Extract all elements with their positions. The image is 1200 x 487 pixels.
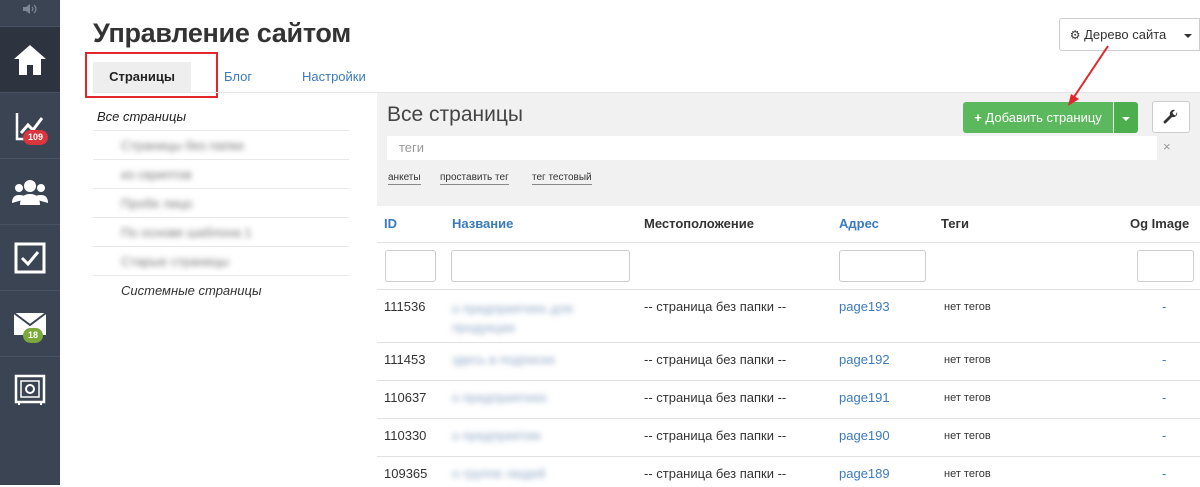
row-name[interactable]: о предприятии xyxy=(452,428,541,443)
row-address[interactable]: page191 xyxy=(839,390,890,405)
clear-icon[interactable]: × xyxy=(1163,139,1171,154)
row-og: - xyxy=(1162,352,1167,367)
column-id[interactable]: ID xyxy=(384,216,397,231)
checkbox-icon xyxy=(14,242,46,273)
caret-down-icon xyxy=(1183,33,1192,38)
table-row[interactable]: 109365 о группе людей -- страница без па… xyxy=(377,457,1200,487)
home-icon xyxy=(14,44,46,75)
list-item[interactable]: из скриптов xyxy=(93,160,349,189)
stats-badge: 109 xyxy=(23,130,49,145)
tab-blog[interactable]: Блог xyxy=(224,62,252,92)
row-name[interactable]: о предприятиях xyxy=(452,390,547,405)
row-location: -- страница без папки -- xyxy=(644,428,787,443)
list-item[interactable]: Старые страницы xyxy=(93,247,349,276)
users-icon xyxy=(12,179,48,205)
plus-icon: + xyxy=(974,110,982,125)
panel-title: Все страницы xyxy=(387,103,523,126)
address-filter-input[interactable] xyxy=(839,250,926,282)
tag-chip[interactable]: анкеты xyxy=(388,171,421,185)
list-item[interactable]: Пробе лицо xyxy=(93,189,349,218)
settings-wrench-button[interactable] xyxy=(1152,101,1190,133)
og-filter-input[interactable] xyxy=(1137,250,1194,282)
safe-icon xyxy=(14,374,46,405)
sidebar-item-stats[interactable]: 109 xyxy=(0,92,60,158)
row-location: -- страница без папки -- xyxy=(644,390,787,405)
wrench-icon xyxy=(1163,109,1178,124)
row-address[interactable]: page190 xyxy=(839,428,890,443)
annotation-arrow xyxy=(1068,45,1109,106)
sidebar-item-safe[interactable] xyxy=(0,356,60,422)
table-row[interactable]: 111453 здесь в подписке -- страница без … xyxy=(377,343,1200,381)
row-address[interactable]: page193 xyxy=(839,299,890,314)
list-item-system-pages[interactable]: Системные страницы xyxy=(93,276,349,305)
row-tags: нет тегов xyxy=(944,301,991,313)
caret-down-icon xyxy=(1122,116,1130,121)
row-og: - xyxy=(1162,299,1167,314)
column-address[interactable]: Адрес xyxy=(839,216,879,231)
row-og: - xyxy=(1162,428,1167,443)
row-id: 109365 xyxy=(384,466,428,481)
table-row[interactable]: 111536 о предприятиях для продукции -- с… xyxy=(377,290,1200,343)
speaker-icon[interactable] xyxy=(0,0,60,18)
tab-settings[interactable]: Настройки xyxy=(302,62,366,92)
row-tags: нет тегов xyxy=(944,430,991,442)
id-filter-input[interactable] xyxy=(385,250,436,282)
row-og: - xyxy=(1162,466,1167,481)
row-name[interactable]: здесь в подписке xyxy=(452,352,555,367)
sidebar-item-mail[interactable]: 18 xyxy=(0,290,60,356)
column-location: Местоположение xyxy=(644,216,754,231)
name-filter-input[interactable] xyxy=(451,250,630,282)
list-item[interactable]: Страницы без папки xyxy=(93,131,349,160)
tag-chip[interactable]: тег тестовый xyxy=(532,171,592,185)
column-name[interactable]: Название xyxy=(452,216,513,231)
add-page-label: Добавить страницу xyxy=(985,110,1102,125)
row-id: 111453 xyxy=(384,352,426,367)
row-name[interactable]: о группе людей xyxy=(452,466,545,481)
mail-badge: 18 xyxy=(23,328,44,343)
row-location: -- страница без папки -- xyxy=(644,352,787,367)
row-tags: нет тегов xyxy=(944,468,991,480)
list-item[interactable]: По основе шаблона 1 xyxy=(93,218,349,247)
sidebar-item-tasks[interactable] xyxy=(0,224,60,290)
row-address[interactable]: page192 xyxy=(839,352,890,367)
row-tags: нет тегов xyxy=(944,354,991,366)
table-row[interactable]: 110330 о предприятии -- страница без пап… xyxy=(377,419,1200,457)
page-title: Управление сайтом xyxy=(93,18,351,48)
row-name[interactable]: о предприятиях для продукции xyxy=(452,299,592,337)
column-tags: Теги xyxy=(941,216,969,231)
table-row[interactable]: 110637 о предприятиях -- страница без па… xyxy=(377,381,1200,419)
sidebar-item-home[interactable] xyxy=(0,26,60,92)
tag-chip[interactable]: проставить тег xyxy=(440,171,509,185)
row-location: -- страница без папки -- xyxy=(644,466,787,481)
pages-folder-list: Все страницы Страницы без папки из скрип… xyxy=(93,102,349,305)
sidebar-item-users[interactable] xyxy=(0,158,60,224)
sidebar: 109 18 xyxy=(0,0,60,485)
row-location: -- страница без папки -- xyxy=(644,299,787,314)
row-og: - xyxy=(1162,390,1167,405)
list-item-all-pages[interactable]: Все страницы xyxy=(93,102,349,131)
tags-filter-input[interactable]: теги xyxy=(387,136,1157,160)
site-tree-dropdown[interactable] xyxy=(1176,18,1200,51)
row-address[interactable]: page189 xyxy=(839,466,890,481)
row-id: 111536 xyxy=(384,299,426,314)
row-tags: нет тегов xyxy=(944,392,991,404)
column-og-image: Og Image xyxy=(1130,216,1190,231)
row-id: 110330 xyxy=(384,428,427,443)
row-id: 110637 xyxy=(384,390,427,405)
filter-row xyxy=(377,242,1200,290)
